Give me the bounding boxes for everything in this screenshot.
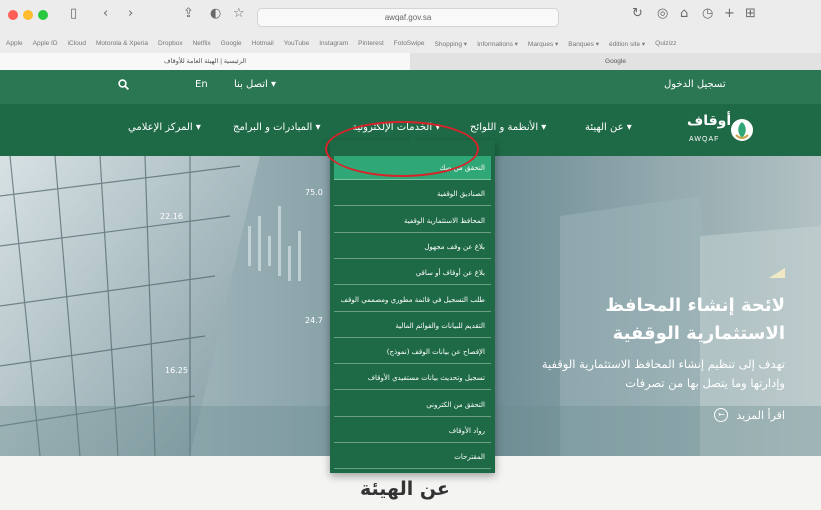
bookmark-item[interactable]: Informations ▾ — [477, 40, 518, 52]
language-toggle[interactable]: En — [195, 79, 208, 90]
dropdown-menu-item[interactable]: بلاغ عن أوقاف أو ساقي — [334, 261, 491, 286]
site-top-bar: En اتصل بنا ▾ تسجيل الدخول — [0, 70, 821, 104]
dropdown-menu-item[interactable]: التحقق من الكتروني — [334, 393, 491, 417]
extension-icon[interactable]: ◎ — [657, 6, 668, 21]
bookmark-item[interactable]: Google — [221, 40, 242, 52]
address-bar[interactable]: awqaf.gov.sa — [257, 8, 559, 27]
tab-awqaf[interactable]: الرئيسية | الهيئة العامة للأوقاف — [0, 53, 410, 70]
search-icon[interactable] — [118, 79, 130, 93]
home-icon[interactable]: ⌂ — [680, 6, 688, 21]
bookmark-item[interactable]: FotoSwipe — [394, 40, 425, 52]
bookmark-item[interactable]: Instagram — [319, 40, 348, 52]
eservices-dropdown-menu: التحقق من صك الصناديق الوقفية المحافظ الاس… — [330, 136, 495, 473]
history-icon[interactable]: ◷ — [702, 6, 713, 21]
window-controls — [8, 10, 48, 20]
dropdown-menu-item[interactable]: المقترحات — [334, 445, 491, 470]
bookmark-item[interactable]: Apple ID — [33, 40, 58, 52]
chart-label-3: 24.7 — [305, 316, 323, 325]
read-more-label: اقرأ المزيد — [736, 408, 785, 422]
arrow-left-icon: ← — [714, 408, 729, 422]
nav-media-center[interactable]: المركز الإعلامي ▾ — [128, 122, 201, 133]
nav-regulations[interactable]: الأنظمة و اللوائح ▾ — [470, 122, 546, 133]
dropdown-menu-item[interactable]: المحافظ الاستثمارية الوقفية — [334, 209, 491, 233]
new-tab-icon[interactable]: + — [724, 6, 735, 21]
logo-latin-text: AWQAF — [689, 136, 720, 143]
close-window-button[interactable] — [8, 10, 18, 20]
bookmark-star-icon[interactable]: ☆ — [233, 6, 245, 21]
dropdown-menu-item[interactable]: رواد الأوقاف — [334, 419, 491, 443]
dropdown-menu-item[interactable]: تسجيل وتحديث بيانات مستفيدي الأوقاف — [334, 366, 491, 391]
contact-us-link[interactable]: اتصل بنا ▾ — [234, 79, 276, 90]
bookmark-item[interactable]: iCloud — [68, 40, 86, 52]
chart-label-2: 75.0 — [305, 188, 323, 197]
awqaf-logo[interactable]: أوقاف AWQAF — [685, 111, 755, 149]
nav-initiatives[interactable]: المبادرات و البرامج ▾ — [233, 122, 321, 133]
bookmark-item[interactable]: Quizizz — [655, 40, 676, 52]
sidebar-icon[interactable]: ▯ — [70, 6, 77, 21]
chart-label-4: 16.25 — [165, 366, 188, 375]
forward-icon[interactable]: › — [128, 6, 133, 21]
bookmark-item[interactable]: Shopping ▾ — [435, 40, 468, 52]
dropdown-menu-item[interactable]: الصناديق الوقفية — [334, 182, 491, 207]
bookmark-item[interactable]: Banques ▾ — [568, 40, 599, 52]
nav-about[interactable]: عن الهيئة ▾ — [585, 122, 632, 133]
dropdown-menu-item[interactable]: طلب التسجيل في قائمة مطوري ومصممي الوقف — [334, 288, 491, 312]
bookmark-item[interactable]: Hotmail — [252, 40, 274, 52]
chart-label-1: 22.16 — [160, 212, 183, 221]
annotation-highlight-ellipse — [325, 121, 479, 177]
share-icon[interactable]: ⇪ — [183, 6, 194, 21]
bookmark-item[interactable]: Pinterest — [358, 40, 384, 52]
zoom-window-button[interactable] — [38, 10, 48, 20]
bookmarks-bar: Apple Apple ID iCloud Motorola & Xperia Drop… — [6, 40, 816, 52]
hero-title-line-2: الاستثمارية الوقفية — [612, 323, 785, 344]
browser-chrome: ▯ ‹ › ⇪ ◐ ☆ awqaf.gov.sa ↻ ◎ ⌂ ◷ + ⊞ App… — [0, 0, 821, 71]
login-link[interactable]: تسجيل الدخول — [664, 79, 726, 90]
bookmark-item[interactable]: édition site ▾ — [609, 40, 645, 52]
tab-overview-icon[interactable]: ⊞ — [745, 6, 756, 21]
hero-title: لائحة إنشاء المحافظ الاستثمارية الوقفية — [605, 292, 785, 348]
back-icon[interactable]: ‹ — [103, 6, 108, 21]
bookmark-item[interactable]: Marques ▾ — [528, 40, 558, 52]
dropdown-menu-item[interactable]: التقديم للبيانات والقوائم المالية — [334, 314, 491, 338]
bookmark-item[interactable]: YouTube — [284, 40, 310, 52]
bookmark-item[interactable]: Apple — [6, 40, 23, 52]
about-section-title: عن الهيئة — [360, 478, 450, 500]
bookmark-item[interactable]: Netflix — [193, 40, 211, 52]
minimize-window-button[interactable] — [23, 10, 33, 20]
hero-description: تهدف إلى تنظيم إنشاء المحافظ الاستثمارية… — [541, 357, 785, 390]
tab-strip: الرئيسية | الهيئة العامة للأوقاف Google — [0, 53, 821, 70]
tab-google[interactable]: Google — [410, 53, 821, 70]
privacy-icon[interactable]: ◐ — [210, 6, 221, 21]
dropdown-menu-item[interactable]: الإفصاح عن بيانات الوقف (نموذج) — [334, 340, 491, 365]
hero-title-line-1: لائحة إنشاء المحافظ — [605, 295, 785, 316]
read-more-link[interactable]: اقرأ المزيد ← — [714, 408, 785, 422]
reload-icon[interactable]: ↻ — [632, 6, 643, 21]
bookmark-item[interactable]: Dropbox — [158, 40, 183, 52]
hero-triangle-icon — [769, 268, 785, 278]
logo-arabic-text: أوقاف — [687, 113, 732, 129]
dropdown-menu-item[interactable]: بلاغ عن وقف مجهول — [334, 235, 491, 259]
bookmark-item[interactable]: Motorola & Xperia — [96, 40, 148, 52]
